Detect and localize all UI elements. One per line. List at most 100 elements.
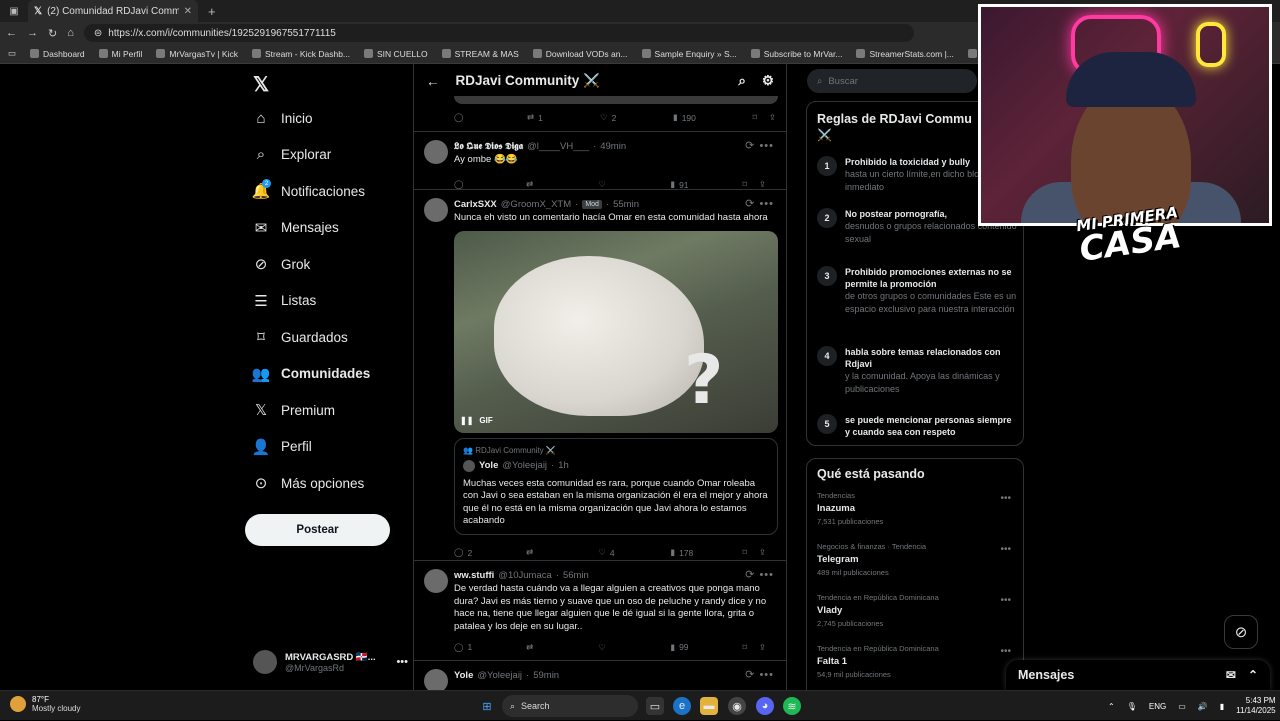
more-icon[interactable]: ⟳ ••• xyxy=(745,197,774,210)
author-name[interactable]: ww.stuffi xyxy=(454,570,494,581)
volume-icon[interactable]: 🔊 xyxy=(1198,702,1208,711)
tray-chevron-icon[interactable]: ⌃ xyxy=(1108,702,1115,711)
retweet-button[interactable]: ⇄ xyxy=(526,179,598,190)
trend-item[interactable]: Negocios & finanzas · Tendencia Telegram 4… xyxy=(817,542,1013,593)
close-tab-icon[interactable]: ✕ xyxy=(184,6,192,17)
trend-item[interactable]: Tendencia en República Dominicana Vlady 2,… xyxy=(817,593,1013,644)
post[interactable]: Yole @Yoleejaij · 59min ⟳ ••• xyxy=(414,661,786,690)
bookmark-item[interactable]: StreamerStats.com |... xyxy=(856,49,954,59)
author-handle[interactable]: @l____VH___ xyxy=(527,141,589,152)
home-browser-icon[interactable]: ⌂ xyxy=(67,27,74,39)
like-button[interactable]: ♡ xyxy=(598,642,670,653)
author-name[interactable]: CarlxSXX xyxy=(454,199,497,210)
retweet-button[interactable]: ⇄ xyxy=(526,547,598,558)
back-icon[interactable]: ← xyxy=(6,27,17,39)
bookmarks-apps-icon[interactable]: ▭ xyxy=(8,48,16,59)
nav-item-perfil[interactable]: 👤 Perfil xyxy=(245,429,410,466)
author-handle[interactable]: @GroomX_XTM xyxy=(501,199,571,210)
like-button[interactable]: ♡ 4 xyxy=(598,547,670,558)
retweet-button[interactable]: ⇄ 1 xyxy=(527,112,600,123)
site-info-icon[interactable]: ⊜ xyxy=(94,28,102,39)
nav-item-comunidades[interactable]: 👥 Comunidades xyxy=(245,356,410,393)
settings-gear-icon[interactable]: ⚙ xyxy=(762,73,774,89)
bookmark-item[interactable]: Stream - Kick Dashb... xyxy=(251,49,350,59)
more-icon[interactable]: ⟳ ••• xyxy=(745,139,774,152)
back-arrow-icon[interactable]: ← xyxy=(426,74,440,89)
battery-icon[interactable]: ▮ xyxy=(1220,702,1224,711)
windows-start-icon[interactable]: ⊞ xyxy=(478,697,496,715)
views-button[interactable]: ▮ 190 xyxy=(673,112,746,123)
nav-item-grok[interactable]: ⊘ Grok xyxy=(245,246,410,283)
more-icon[interactable]: ••• xyxy=(1000,595,1011,606)
search-input[interactable]: ⌕ Buscar xyxy=(807,69,977,93)
nav-item-más-opciones[interactable]: ⊙ Más opciones xyxy=(245,465,410,502)
avatar[interactable] xyxy=(424,669,448,690)
share-button[interactable]: ⇪ xyxy=(759,179,766,190)
previous-post-media[interactable] xyxy=(454,96,778,104)
bookmark-item[interactable]: Subscribe to MrVar... xyxy=(750,49,842,59)
reply-button[interactable]: ◯ 1 xyxy=(454,642,526,653)
views-button[interactable]: ▮ 91 xyxy=(670,179,742,190)
quoted-post[interactable]: 👥 RDJavi Community ⚔️ Yole @Yoleejaij · … xyxy=(454,437,778,535)
reply-button[interactable]: ◯ xyxy=(454,112,527,123)
post-time[interactable]: 56min xyxy=(563,570,589,581)
share-button[interactable]: ⇪ xyxy=(759,547,766,558)
nav-item-notificaciones[interactable]: 🔔 2 Notificaciones xyxy=(245,173,410,210)
search-icon[interactable]: ⌕ xyxy=(738,73,746,89)
bookmark-item[interactable]: Mi Perfil xyxy=(98,49,142,59)
browser-tab-active[interactable]: 𝕏 (2) Comunidad RDJavi Communi ✕ xyxy=(28,0,198,22)
task-view-icon[interactable]: ▭ xyxy=(646,697,664,715)
like-button[interactable]: ♡ xyxy=(598,179,670,190)
mic-icon[interactable]: 🎙 xyxy=(1127,702,1137,711)
reply-button[interactable]: ◯ 2 xyxy=(454,547,526,558)
bookmark-button[interactable]: ⌑ xyxy=(743,547,747,558)
avatar[interactable] xyxy=(424,569,448,593)
avatar[interactable] xyxy=(424,140,448,164)
bookmark-item[interactable]: Dashboard xyxy=(30,49,85,59)
clock[interactable]: 5:43 PM 11/14/2025 xyxy=(1236,696,1275,716)
like-button[interactable]: ♡ 2 xyxy=(600,112,673,123)
more-icon[interactable]: ••• xyxy=(396,656,408,668)
bookmark-item[interactable]: Sample Enquiry » S... xyxy=(641,49,737,59)
post[interactable]: CarlxSXX @GroomX_XTM · Mod · 55min ⟳ ••• Nunc… xyxy=(414,190,786,561)
post-time[interactable]: 59min xyxy=(533,670,559,681)
more-icon[interactable]: ••• xyxy=(1000,493,1011,504)
post-time[interactable]: 55min xyxy=(613,199,639,210)
bookmark-button[interactable]: ⌑ xyxy=(753,112,757,123)
x-logo-icon[interactable]: 𝕏 xyxy=(253,72,269,97)
views-button[interactable]: ▮ 99 xyxy=(670,642,742,653)
tab-actions-icon[interactable]: ▣ xyxy=(0,6,28,17)
nav-item-inicio[interactable]: ⌂ Inicio xyxy=(245,100,410,137)
author-name[interactable]: 𝕷𝖔 𝕼𝖚𝖊 𝕯𝖎𝖔𝖘 𝕯𝖎𝖌𝖆 xyxy=(454,141,523,152)
spotify-icon[interactable]: ≋ xyxy=(783,697,801,715)
nav-item-mensajes[interactable]: ✉ Mensajes xyxy=(245,210,410,247)
more-icon[interactable]: ••• xyxy=(1000,544,1011,555)
language-indicator[interactable]: ENG xyxy=(1149,702,1166,711)
new-message-icon[interactable]: ✉ xyxy=(1226,668,1236,682)
file-explorer-icon[interactable]: ▬ xyxy=(700,697,718,715)
new-tab-icon[interactable]: + xyxy=(208,4,216,19)
bookmark-item[interactable]: SIN CUELLO xyxy=(364,49,428,59)
expand-icon[interactable]: ⌃ xyxy=(1248,668,1258,682)
taskbar-search[interactable]: ⌕ Search xyxy=(502,695,638,717)
author-handle[interactable]: @10Jumaca xyxy=(498,570,551,581)
obs-icon[interactable]: ◉ xyxy=(728,697,746,715)
more-icon[interactable]: ••• xyxy=(1000,646,1011,657)
post[interactable]: ww.stuffi @10Jumaca · 56min ⟳ ••• De verdad… xyxy=(414,561,786,661)
trend-item[interactable]: Tendencia en República Dominicana Falta 1… xyxy=(817,644,1013,695)
edge-icon[interactable]: e xyxy=(673,697,691,715)
author-name[interactable]: Yole xyxy=(454,670,473,681)
gif-media[interactable]: ? ❚❚ GIF xyxy=(454,230,778,433)
bookmark-button[interactable]: ⌑ xyxy=(743,642,747,653)
reply-button[interactable]: ◯ xyxy=(454,179,526,190)
trend-item[interactable]: Tendencias Inazuma 7,531 publicaciones ••• xyxy=(817,491,1013,542)
author-handle[interactable]: @Yoleejaij xyxy=(477,670,522,681)
post-button[interactable]: Postear xyxy=(245,514,390,546)
more-icon[interactable]: ⟳ ••• xyxy=(745,568,774,581)
discord-icon[interactable]: ◕ xyxy=(756,697,774,715)
post-time[interactable]: 49min xyxy=(600,141,626,152)
post[interactable]: 𝕷𝖔 𝕼𝖚𝖊 𝕯𝖎𝖔𝖘 𝕯𝖎𝖌𝖆 @l____VH___ · 49min ⟳ ••• … xyxy=(414,132,786,190)
nav-item-listas[interactable]: ☰ Listas xyxy=(245,283,410,320)
views-button[interactable]: ▮ 178 xyxy=(670,547,742,558)
nav-item-explorar[interactable]: ⌕ Explorar xyxy=(245,137,410,174)
